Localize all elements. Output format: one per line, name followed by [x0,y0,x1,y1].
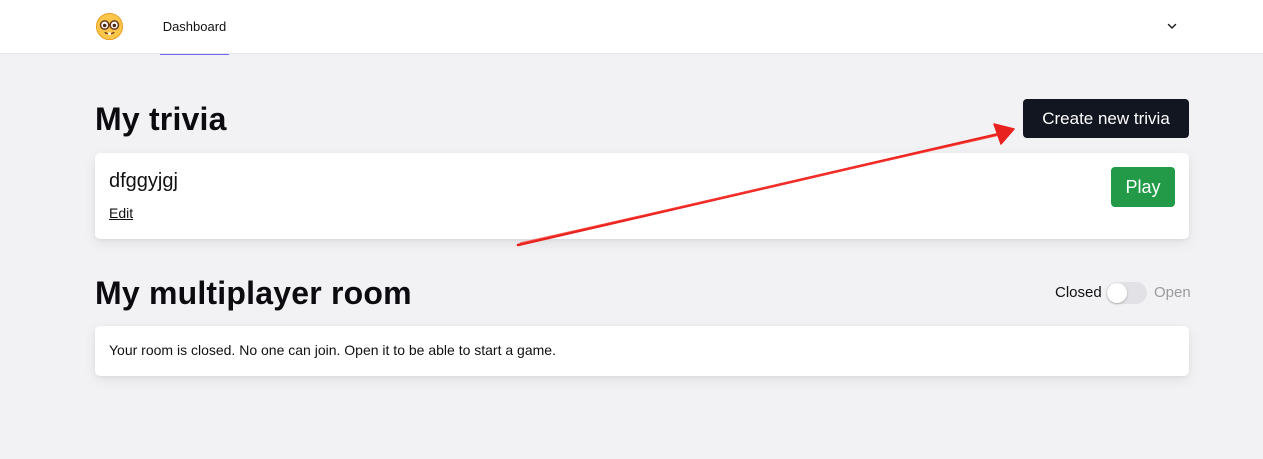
room-status-message: Your room is closed. No one can join. Op… [109,342,556,358]
nav-link-dashboard[interactable]: Dashboard [160,0,229,55]
multiplayer-room-heading: My multiplayer room [95,275,412,311]
play-button[interactable]: Play [1111,167,1175,207]
room-toggle-switch[interactable] [1106,282,1147,304]
top-navigation-bar: Dashboard [0,0,1263,55]
nerd-face-emoji-icon[interactable] [95,12,124,41]
edit-trivia-link[interactable]: Edit [109,205,133,221]
toggle-open-label: Open [1154,284,1191,301]
trivia-name: dfggyjgj [109,170,178,192]
room-open-toggle: Closed Open [1055,282,1195,304]
toggle-closed-label: Closed [1055,284,1102,301]
trivia-card: dfggyjgj Edit Play [95,153,1189,239]
toggle-knob [1107,283,1127,303]
room-status-card: Your room is closed. No one can join. Op… [95,326,1189,376]
chevron-down-icon[interactable] [1163,17,1181,35]
create-trivia-button[interactable]: Create new trivia [1023,99,1189,138]
my-trivia-heading: My trivia [95,101,227,137]
